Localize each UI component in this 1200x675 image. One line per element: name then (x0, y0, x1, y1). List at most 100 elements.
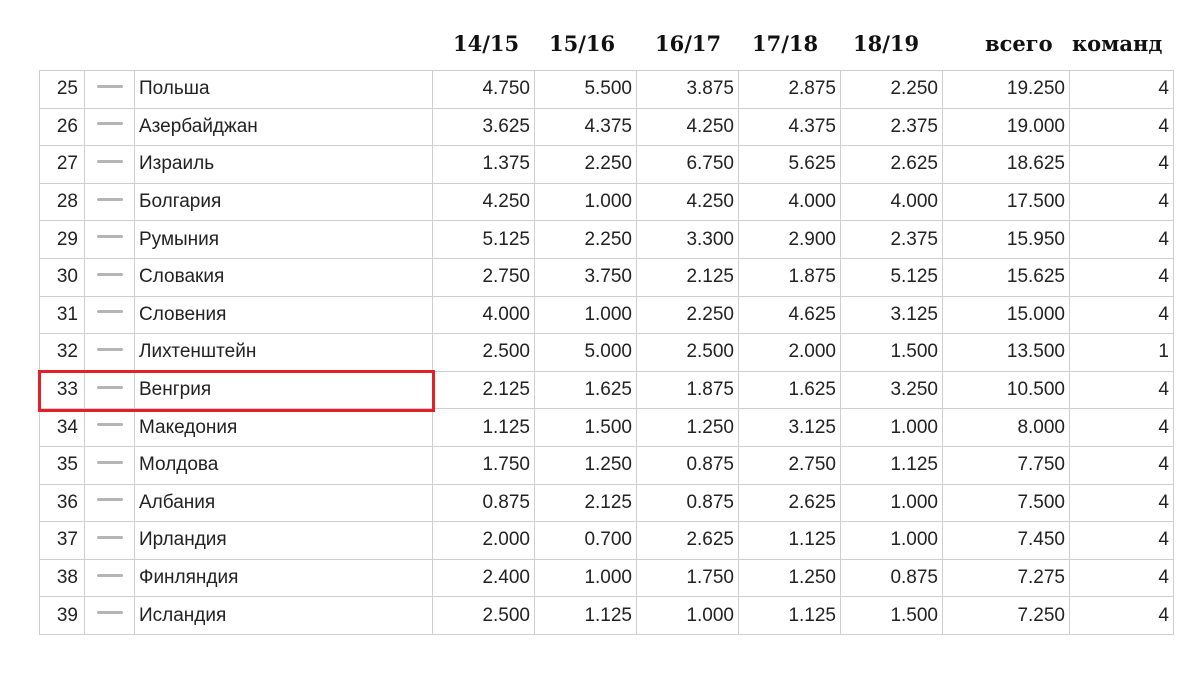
season-2-cell: 1.000 (534, 558, 637, 598)
total-cell: 15.950 (942, 220, 1070, 259)
trend-cell (84, 333, 135, 372)
season-3-cell: 0.875 (636, 483, 739, 523)
teams-cell: 4 (1069, 370, 1174, 410)
season-1-cell: 2.500 (432, 596, 535, 635)
teams-cell: 4 (1069, 295, 1174, 335)
total-cell: 18.625 (942, 145, 1070, 184)
no-change-dash-icon (96, 423, 123, 427)
table-row: 39 Исландия 2.500 1.125 1.000 1.125 1.500 7.250… (39, 596, 1174, 635)
country-cell: Лихтенштейн (134, 333, 433, 372)
season-5-cell: 3.250 (840, 370, 943, 410)
season-1-cell: 2.500 (432, 333, 535, 372)
trend-cell (84, 257, 135, 297)
no-change-dash-icon (96, 272, 123, 276)
rank-cell: 26 (39, 107, 85, 147)
table-row: 31 Словения 4.000 1.000 2.250 4.625 3.125 15.00… (39, 295, 1174, 335)
teams-cell: 4 (1069, 483, 1174, 523)
rank-cell: 30 (39, 257, 85, 297)
no-change-dash-icon (96, 197, 123, 201)
season-4-cell: 1.125 (738, 521, 841, 560)
total-cell: 15.000 (942, 295, 1070, 335)
country-cell: Исландия (134, 596, 433, 635)
season-5-cell: 3.125 (840, 295, 943, 335)
country-cell: Албания (134, 483, 433, 523)
season-2-cell: 1.500 (534, 408, 637, 447)
season-5-cell: 4.000 (840, 182, 943, 222)
season-4-cell: 5.625 (738, 145, 841, 184)
no-change-dash-icon (96, 535, 123, 539)
season-4-cell: 2.875 (738, 70, 841, 109)
header-season-5: 18/19 (853, 31, 920, 56)
header-season-1: 14/15 (453, 31, 520, 56)
season-3-cell: 2.500 (636, 333, 739, 372)
total-cell: 7.275 (942, 558, 1070, 598)
rank-cell: 27 (39, 145, 85, 184)
trend-cell (84, 182, 135, 222)
table-row: 28 Болгария 4.250 1.000 4.250 4.000 4.000 17.50… (39, 182, 1174, 222)
trend-cell (84, 521, 135, 560)
season-5-cell: 2.375 (840, 107, 943, 147)
table-row: 34 Македония 1.125 1.500 1.250 3.125 1.000 8.00… (39, 408, 1174, 447)
country-cell: Ирландия (134, 521, 433, 560)
no-change-dash-icon (96, 611, 123, 615)
season-5-cell: 2.375 (840, 220, 943, 259)
season-5-cell: 5.125 (840, 257, 943, 297)
season-2-cell: 1.125 (534, 596, 637, 635)
season-1-cell: 4.000 (432, 295, 535, 335)
season-1-cell: 1.375 (432, 145, 535, 184)
season-3-cell: 1.000 (636, 596, 739, 635)
season-1-cell: 4.250 (432, 182, 535, 222)
season-3-cell: 2.125 (636, 257, 739, 297)
season-3-cell: 1.250 (636, 408, 739, 447)
season-5-cell: 1.000 (840, 483, 943, 523)
teams-cell: 4 (1069, 521, 1174, 560)
no-change-dash-icon (96, 122, 123, 126)
season-3-cell: 6.750 (636, 145, 739, 184)
season-5-cell: 0.875 (840, 558, 943, 598)
season-3-cell: 3.875 (636, 70, 739, 109)
no-change-dash-icon (96, 310, 123, 314)
season-2-cell: 5.000 (534, 333, 637, 372)
rank-cell: 39 (39, 596, 85, 635)
table-row: 38 Финляндия 2.400 1.000 1.750 1.250 0.875 7.27… (39, 558, 1174, 598)
no-change-dash-icon (96, 159, 123, 163)
trend-cell (84, 483, 135, 523)
season-3-cell: 2.250 (636, 295, 739, 335)
season-1-cell: 0.875 (432, 483, 535, 523)
season-3-cell: 4.250 (636, 107, 739, 147)
trend-cell (84, 596, 135, 635)
rank-cell: 32 (39, 333, 85, 372)
table-row: 29 Румыния 5.125 2.250 3.300 2.900 2.375 15.950… (39, 220, 1174, 259)
country-cell: Словакия (134, 257, 433, 297)
total-cell: 15.625 (942, 257, 1070, 297)
season-1-cell: 1.125 (432, 408, 535, 447)
season-2-cell: 1.250 (534, 445, 637, 485)
season-4-cell: 2.750 (738, 445, 841, 485)
table-row: 36 Албания 0.875 2.125 0.875 2.625 1.000 7.500 4 (39, 483, 1174, 523)
no-change-dash-icon (96, 498, 123, 502)
rank-cell: 34 (39, 408, 85, 447)
trend-cell (84, 558, 135, 598)
teams-cell: 4 (1069, 107, 1174, 147)
table-body: 25 Польша 4.750 5.500 3.875 2.875 2.250 19.250 4… (39, 70, 1174, 635)
country-cell: Азербайджан (134, 107, 433, 147)
season-3-cell: 0.875 (636, 445, 739, 485)
total-cell: 10.500 (942, 370, 1070, 410)
season-1-cell: 1.750 (432, 445, 535, 485)
season-5-cell: 2.625 (840, 145, 943, 184)
total-cell: 13.500 (942, 333, 1070, 372)
table-row: 26 Азербайджан 3.625 4.375 4.250 4.375 2.375 19… (39, 107, 1174, 147)
teams-cell: 4 (1069, 145, 1174, 184)
season-4-cell: 3.125 (738, 408, 841, 447)
rank-cell: 36 (39, 483, 85, 523)
season-1-cell: 5.125 (432, 220, 535, 259)
season-1-cell: 4.750 (432, 70, 535, 109)
country-cell: Молдова (134, 445, 433, 485)
season-4-cell: 2.625 (738, 483, 841, 523)
no-change-dash-icon (96, 235, 123, 239)
season-3-cell: 2.625 (636, 521, 739, 560)
season-5-cell: 1.500 (840, 596, 943, 635)
no-change-dash-icon (96, 460, 123, 464)
rank-cell: 28 (39, 182, 85, 222)
season-4-cell: 2.000 (738, 333, 841, 372)
